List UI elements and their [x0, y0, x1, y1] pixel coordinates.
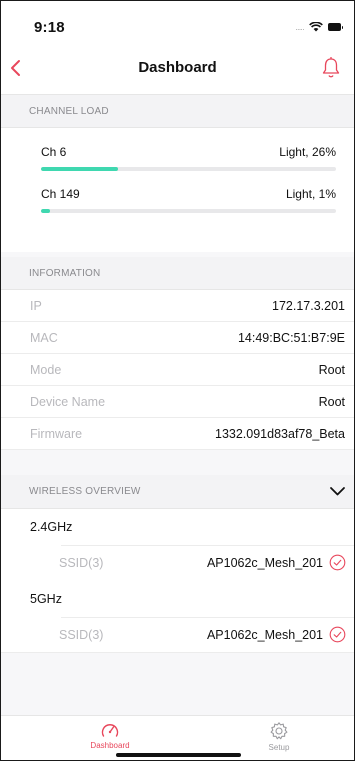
- home-indicator: [116, 753, 241, 757]
- tab-setup[interactable]: Setup: [219, 721, 339, 752]
- info-key: MAC: [30, 331, 58, 345]
- info-row-firmware: Firmware 1332.091d83af78_Beta: [1, 418, 354, 450]
- chevron-down-icon[interactable]: [329, 485, 346, 497]
- tab-label: Dashboard: [90, 741, 130, 750]
- ssid-label: SSID(3): [59, 628, 104, 642]
- section-title: WIRELESS OVERVIEW: [29, 486, 141, 497]
- ssid-label: SSID(3): [59, 556, 104, 570]
- ssid-value: AP1062c_Mesh_201: [206, 556, 323, 570]
- band-label: 5GHz: [30, 592, 62, 606]
- band-row-2ghz: 2.4GHz: [1, 509, 354, 545]
- wireless-overview-header[interactable]: WIRELESS OVERVIEW: [1, 475, 354, 509]
- info-row-mode: Mode Root: [1, 354, 354, 386]
- section-title: CHANNEL LOAD: [29, 106, 109, 117]
- status-icons: .....: [295, 22, 343, 32]
- info-value: Root: [318, 363, 345, 377]
- information-header: INFORMATION: [1, 257, 354, 290]
- check-circle-icon: [329, 554, 346, 571]
- ssid-row[interactable]: SSID(3) AP1062c_Mesh_201: [1, 545, 354, 581]
- info-key: Mode: [30, 363, 62, 377]
- info-value: 172.17.3.201: [272, 299, 345, 313]
- tab-label: Setup: [268, 743, 290, 752]
- channel-load-value: Light, 1%: [285, 187, 336, 201]
- channel-load-fill: [41, 209, 50, 213]
- section-title: INFORMATION: [29, 268, 101, 279]
- tab-dashboard[interactable]: Dashboard: [50, 721, 170, 750]
- battery-icon: [328, 23, 343, 31]
- channel-name: Ch 149: [41, 187, 80, 201]
- info-value: Root: [318, 395, 345, 409]
- channel-row: Ch 149 Light, 1%: [41, 187, 336, 219]
- page-title: Dashboard: [138, 59, 217, 76]
- gear-icon: [270, 722, 288, 740]
- speedometer-icon: [101, 724, 119, 737]
- nav-bar: Dashboard: [1, 47, 354, 95]
- info-row-mac: MAC 14:49:BC:51:B7:9E: [1, 322, 354, 354]
- status-time: 9:18: [34, 19, 65, 36]
- bell-icon[interactable]: [320, 56, 342, 80]
- channel-load-panel: Ch 6 Light, 26% Ch 149 Light, 1%: [1, 128, 354, 252]
- channel-row: Ch 6 Light, 26%: [41, 145, 336, 177]
- info-value: 14:49:BC:51:B7:9E: [237, 331, 345, 345]
- info-key: Device Name: [30, 395, 106, 409]
- info-row-device-name: Device Name Root: [1, 386, 354, 418]
- channel-name: Ch 6: [41, 145, 67, 159]
- channel-load-value: Light, 26%: [279, 145, 336, 159]
- info-key: IP: [30, 299, 42, 313]
- row-divider: [61, 617, 354, 618]
- channel-load-fill: [41, 167, 118, 171]
- wifi-icon: [309, 22, 323, 32]
- info-row-ip: IP 172.17.3.201: [1, 290, 354, 322]
- band-row-5ghz: 5GHz: [1, 581, 354, 617]
- channel-load-track: [41, 209, 336, 213]
- row-divider: [1, 652, 354, 653]
- ssid-value: AP1062c_Mesh_201: [206, 628, 323, 642]
- row-divider: [61, 545, 354, 546]
- info-value: 1332.091d83af78_Beta: [215, 427, 345, 441]
- check-circle-icon: [329, 626, 346, 643]
- phone-screen: 9:18 ..... Dashboard CHANNEL LOAD Ch 6 L…: [0, 0, 355, 761]
- signal-dots-icon: .....: [295, 22, 304, 32]
- ssid-row[interactable]: SSID(3) AP1062c_Mesh_201: [1, 617, 354, 653]
- channel-load-track: [41, 167, 336, 171]
- channel-load-header: CHANNEL LOAD: [1, 95, 354, 128]
- status-bar: 9:18 .....: [1, 1, 354, 47]
- band-label: 2.4GHz: [30, 520, 73, 534]
- info-key: Firmware: [30, 427, 83, 441]
